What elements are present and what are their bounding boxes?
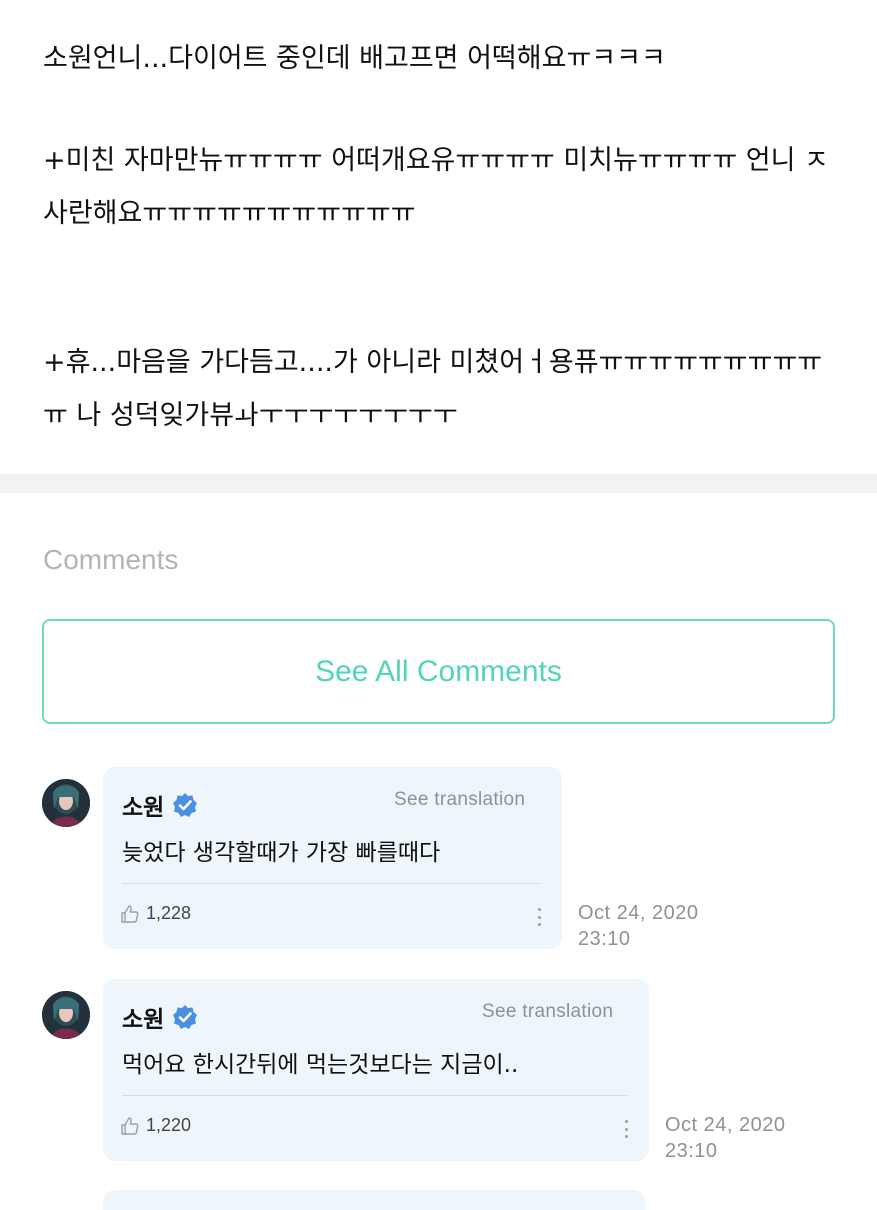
comment-author[interactable]: 소원 bbox=[122, 1000, 198, 1034]
author-name: 소원 bbox=[122, 1007, 165, 1033]
avatar[interactable] bbox=[42, 991, 90, 1039]
see-translation-link[interactable]: See translation bbox=[394, 789, 525, 811]
verified-badge-icon bbox=[173, 793, 198, 817]
like-button[interactable]: 1,220 bbox=[120, 1115, 191, 1136]
verified-badge-icon bbox=[173, 1005, 198, 1029]
see-all-comments-button[interactable]: See All Comments bbox=[42, 619, 835, 724]
post-paragraph: +휴...마음을 가다듬고....가 아니라 미쳤어ㅓ용퓨ㅠㅠㅠㅠㅠㅠㅠㅠㅠㅠ … bbox=[43, 347, 823, 431]
like-button[interactable]: 1,228 bbox=[120, 903, 191, 924]
comment-timestamp: Oct 24, 2020 23:10 bbox=[665, 1112, 786, 1164]
comment-bubble: 소원 See translation 먹어요 한시간뒤에 먹는것보다는 지금이.… bbox=[103, 979, 649, 1161]
comment-timestamp: Oct 24, 2020 23:10 bbox=[578, 900, 699, 952]
comment-author[interactable]: 소원 bbox=[122, 788, 198, 822]
comment-divider bbox=[122, 883, 540, 884]
like-count: 1,220 bbox=[146, 1115, 192, 1135]
comment-bubble: 소원 See translation 늦었다 생각할때가 가장 빠를때다 1,2… bbox=[103, 767, 562, 949]
comment-time: 23:10 bbox=[665, 1140, 718, 1162]
comment-date: Oct 24, 2020 bbox=[578, 902, 699, 924]
comment-text: 먹어요 한시간뒤에 먹는것보다는 지금이.. bbox=[122, 1052, 519, 1078]
more-options-icon[interactable] bbox=[534, 905, 544, 929]
thumbs-up-icon bbox=[121, 904, 139, 923]
comment-date: Oct 24, 2020 bbox=[665, 1114, 786, 1136]
thumbs-up-icon bbox=[121, 1116, 139, 1135]
post-paragraph: 소원언니...다이어트 중인데 배고프면 어떡해요ㅠㅋㅋㅋ bbox=[43, 43, 666, 74]
comment-text: 늦었다 생각할때가 가장 빠를때다 bbox=[122, 840, 441, 866]
comments-heading: Comments bbox=[43, 544, 179, 575]
next-comment-bubble bbox=[103, 1190, 645, 1210]
see-translation-link[interactable]: See translation bbox=[482, 1001, 613, 1023]
author-name: 소원 bbox=[122, 795, 165, 821]
section-divider bbox=[0, 474, 877, 493]
avatar[interactable] bbox=[42, 779, 90, 827]
post-paragraph: +미친 자마만뉴ㅠㅠㅠㅠ 어떠개요유ㅠㅠㅠㅠ 미치뉴ㅠㅠㅠㅠ 언니 ㅈ사란해요ㅠ… bbox=[43, 145, 829, 229]
more-options-icon[interactable] bbox=[621, 1117, 631, 1141]
comment-time: 23:10 bbox=[578, 928, 631, 950]
comment-divider bbox=[122, 1095, 628, 1096]
like-count: 1,228 bbox=[146, 903, 192, 923]
